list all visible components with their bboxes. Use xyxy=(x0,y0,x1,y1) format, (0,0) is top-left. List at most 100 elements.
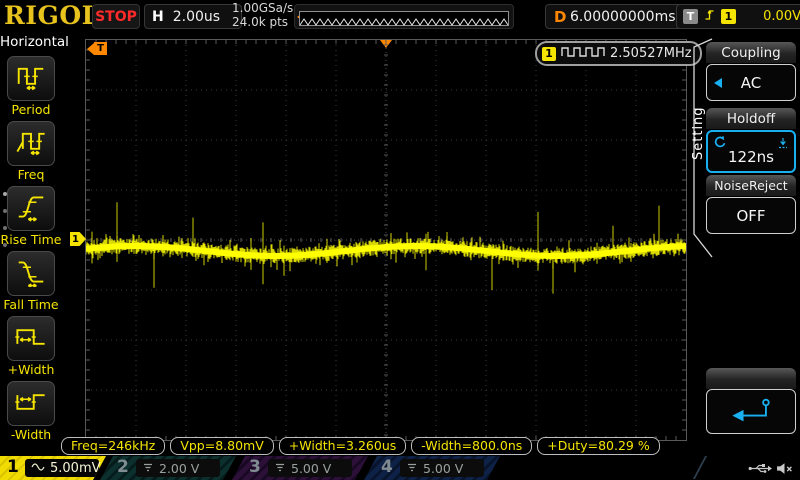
measurement-vpp: Vpp=8.80mV xyxy=(170,437,274,455)
delay-label: D xyxy=(554,7,567,26)
channel2-scale: 2.00 V xyxy=(159,460,200,476)
delay-readout[interactable]: D 6.00000000ms xyxy=(545,4,688,29)
channel-bar: 1 5.00mV 2 2.00 V 3 5.00 V 4 5.00 V xyxy=(0,455,800,480)
holdoff-value: 122ns xyxy=(728,147,774,166)
edge-trigger-icon xyxy=(704,7,715,26)
timebase-label: H xyxy=(152,8,164,25)
measurement-freq: Freq=246kHz xyxy=(61,437,166,455)
menu-item-label: Period xyxy=(11,102,51,117)
left-arrow-icon xyxy=(87,42,94,55)
noisereject-button[interactable]: OFF xyxy=(706,197,796,234)
graticule: T 1 2.50527MHz 1 xyxy=(70,39,702,441)
channel4-scale: 5.00 V xyxy=(423,460,464,476)
holdoff-button[interactable]: 122ns xyxy=(706,130,796,173)
menu-scroll-dot xyxy=(3,243,7,247)
menu-scroll-dot xyxy=(3,192,7,196)
measurement-neg-width: -Width=800.0ns xyxy=(411,437,533,455)
trigger-label: T xyxy=(683,9,698,24)
menu-item-pos-width[interactable]: +Width xyxy=(0,316,62,377)
frequency-counter-badge: 1 2.50527MHz xyxy=(535,41,702,66)
pos-width-button[interactable] xyxy=(7,316,55,361)
menu-item-label: Freq xyxy=(17,167,45,182)
noisereject-header: NoiseReject xyxy=(706,175,796,196)
freq-button[interactable] xyxy=(7,121,55,166)
coupling-button[interactable]: AC xyxy=(706,64,796,101)
square-wave-icon xyxy=(561,44,605,63)
memory-depth: 24.0k pts xyxy=(232,15,289,29)
menu-item-label: Fall Time xyxy=(3,297,59,312)
pos-width-measure-icon xyxy=(14,322,48,356)
acquisition-readout: 1.00GSa/s 24.0k pts xyxy=(232,1,293,29)
measurement-pos-width: +Width=3.260us xyxy=(278,437,407,455)
rigol-logo: RIGOL xyxy=(4,1,100,30)
left-menu-title: Horizontal xyxy=(0,34,69,50)
sample-rate: 1.00GSa/s xyxy=(232,1,294,15)
period-measure-icon xyxy=(14,62,48,96)
coupling-toggle-icon xyxy=(714,77,722,88)
ground-coupling-icon xyxy=(274,461,286,476)
usb-icon xyxy=(748,460,772,479)
preview-zigzag xyxy=(299,18,509,26)
channel4-number: 4 xyxy=(381,457,393,477)
graticule-center-axes xyxy=(86,40,686,440)
channel1-number: 1 xyxy=(7,457,19,477)
preview-window xyxy=(299,11,509,26)
channel4-tab[interactable]: 4 5.00 V xyxy=(364,456,500,480)
channel1-level-marker[interactable]: 1 xyxy=(70,232,86,246)
menu-item-label: Rise Time xyxy=(0,232,62,247)
return-button[interactable] xyxy=(706,389,796,434)
channel1-scale-box: 5.00mV xyxy=(25,459,99,477)
run-state-badge: STOP xyxy=(92,4,140,29)
counter-source-badge: 1 xyxy=(542,46,556,61)
oscilloscope-screen: RIGOL STOP H 2.00us 1.00GSa/s 24.0k pts … xyxy=(0,0,800,480)
rise-time-button[interactable] xyxy=(7,186,55,231)
ac-coupling-icon xyxy=(31,461,45,476)
channel4-scale-box: 5.00 V xyxy=(400,459,484,477)
pretrigger-marker[interactable]: T xyxy=(87,42,107,55)
trigger-source-badge: 1 xyxy=(721,9,736,24)
neg-width-measure-icon xyxy=(14,387,48,421)
trigger-readout[interactable]: T 1 0.00V xyxy=(676,4,800,29)
knob-rotate-icon xyxy=(713,135,727,153)
return-header xyxy=(706,368,796,389)
speaker-muted-icon xyxy=(776,460,793,479)
channel3-tab[interactable]: 3 5.00 V xyxy=(232,456,368,480)
period-button[interactable] xyxy=(7,56,55,101)
channel1-scale: 5.00mV xyxy=(50,460,101,476)
return-icon xyxy=(722,396,780,428)
measurement-pos-duty: +Duty=80.29 % xyxy=(537,437,660,455)
fall-time-measure-icon xyxy=(14,257,48,291)
menu-item-neg-width[interactable]: -Width xyxy=(0,381,62,442)
menu-item-freq[interactable]: Freq xyxy=(0,121,62,182)
menu-item-rise-time[interactable]: Rise Time xyxy=(0,186,62,247)
measurement-bar: Freq=246kHz Vpp=8.80mV +Width=3.260us -W… xyxy=(61,437,660,455)
ground-coupling-icon xyxy=(142,461,154,476)
coupling-value: AC xyxy=(740,73,762,92)
holdoff-header: Holdoff xyxy=(706,108,796,129)
trigger-level-value: 0.00V xyxy=(763,9,800,24)
channel3-scale-box: 5.00 V xyxy=(268,459,352,477)
preview-wave-icon xyxy=(299,18,509,26)
waveform-preview-strip[interactable] xyxy=(294,4,514,29)
counter-value: 2.50527MHz xyxy=(610,46,692,61)
menu-item-label: -Width xyxy=(10,427,52,442)
neg-width-button[interactable] xyxy=(7,381,55,426)
menu-item-fall-time[interactable]: Fall Time xyxy=(0,251,62,312)
menu-scroll-dot xyxy=(3,226,7,230)
channel3-scale: 5.00 V xyxy=(291,460,332,476)
coupling-header: Coupling xyxy=(706,42,796,63)
ground-coupling-icon xyxy=(406,461,418,476)
channel2-number: 2 xyxy=(117,457,129,477)
channel2-tab[interactable]: 2 2.00 V xyxy=(100,456,236,480)
fall-time-button[interactable] xyxy=(7,251,55,296)
timebase-readout[interactable]: H 2.00us xyxy=(144,4,242,29)
delay-value: 6.00000000ms xyxy=(569,8,676,25)
freq-measure-icon xyxy=(14,127,48,161)
knob-select-icon xyxy=(777,135,789,153)
pretrigger-marker-label: T xyxy=(94,42,107,55)
menu-item-period[interactable]: Period xyxy=(0,56,62,117)
menu-item-label: +Width xyxy=(7,362,55,377)
timebase-value: 2.00us xyxy=(172,8,221,25)
rise-time-measure-icon xyxy=(14,192,48,226)
channel1-tab[interactable]: 1 5.00mV xyxy=(0,456,106,480)
